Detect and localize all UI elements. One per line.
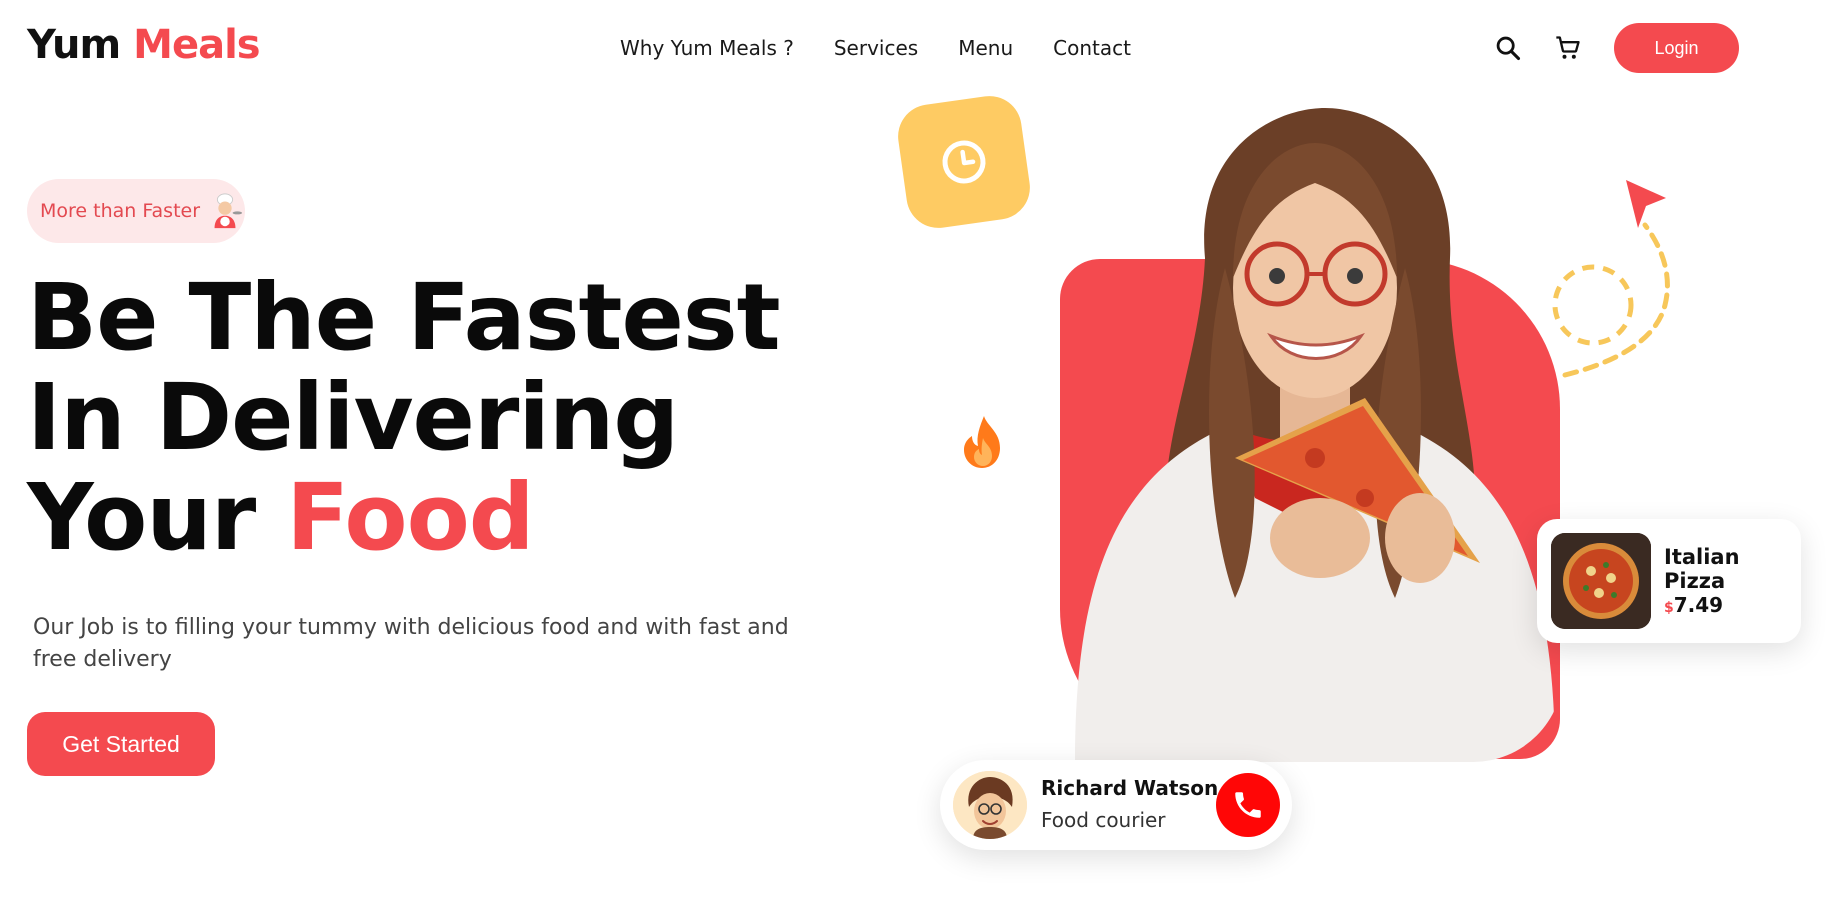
flame-icon bbox=[964, 416, 1000, 468]
nav-services[interactable]: Services bbox=[834, 36, 918, 60]
hero-headline: Be The Fastest In Delivering Your Food bbox=[27, 264, 781, 568]
hero-image-woman-eating-pizza bbox=[1065, 108, 1563, 762]
woman-with-pizza-illustration bbox=[1075, 108, 1555, 762]
headline-line3: Your Food bbox=[27, 468, 780, 568]
headline-line1: Be The Fastest bbox=[27, 264, 781, 371]
courier-card: Richard Watson Food courier bbox=[940, 760, 1292, 850]
headline-line3-plain: Your bbox=[27, 464, 256, 571]
nav-why-yum-meals[interactable]: Why Yum Meals ? bbox=[620, 36, 794, 60]
logo[interactable]: Yum Meals bbox=[27, 22, 261, 68]
phone-icon bbox=[1235, 792, 1261, 818]
get-started-button[interactable]: Get Started bbox=[27, 712, 215, 776]
courier-avatar-image bbox=[953, 771, 1027, 839]
product-name: Italian Pizza bbox=[1664, 545, 1740, 593]
price-value: 7.49 bbox=[1673, 593, 1724, 617]
headline-line2: In Delivering bbox=[27, 364, 679, 471]
login-button[interactable]: Login bbox=[1614, 23, 1739, 73]
headline-accent: Food bbox=[286, 464, 534, 571]
chef-icon bbox=[214, 193, 243, 229]
header: Yum Meals Why Yum Meals ? Services Menu … bbox=[0, 0, 1831, 100]
price-currency: $ bbox=[1664, 600, 1674, 616]
pizza-thumbnail bbox=[1551, 533, 1651, 629]
tagline-badge: More than Faster bbox=[27, 179, 245, 243]
cart-icon[interactable] bbox=[1554, 34, 1582, 62]
clock-icon bbox=[942, 140, 986, 184]
search-icon[interactable] bbox=[1494, 34, 1522, 62]
courier-role: Food courier bbox=[1041, 808, 1166, 832]
product-card[interactable]: Italian Pizza $7.49 bbox=[1537, 519, 1801, 643]
product-price: $7.49 bbox=[1664, 593, 1723, 617]
courier-avatar bbox=[953, 771, 1027, 839]
pizza-image bbox=[1551, 533, 1651, 629]
courier-name: Richard Watson bbox=[1041, 776, 1219, 800]
call-button[interactable] bbox=[1216, 773, 1280, 837]
badge-text: More than Faster bbox=[40, 200, 201, 222]
nav-menu[interactable]: Menu bbox=[958, 36, 1013, 60]
dashed-arrow-doodle bbox=[1552, 180, 1670, 378]
nav-contact[interactable]: Contact bbox=[1053, 36, 1131, 60]
logo-part2: Meals bbox=[133, 22, 260, 68]
clock-badge bbox=[893, 91, 1035, 233]
hero-description: Our Job is to filling your tummy with de… bbox=[33, 615, 789, 672]
main-nav: Why Yum Meals ? Services Menu Contact bbox=[620, 36, 1131, 60]
logo-part1: Yum bbox=[27, 22, 121, 68]
